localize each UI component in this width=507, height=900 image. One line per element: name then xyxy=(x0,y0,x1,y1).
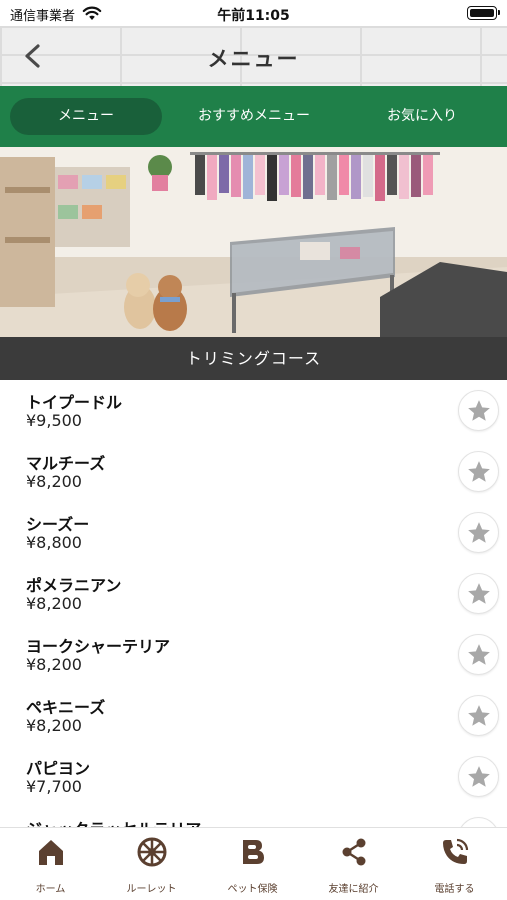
nav-home[interactable]: ホーム xyxy=(0,828,101,900)
item-name: パピヨン xyxy=(26,759,91,778)
item-name: ペキニーズ xyxy=(26,698,106,717)
favorite-button[interactable] xyxy=(458,756,499,797)
roulette-icon xyxy=(136,836,168,868)
nav-refer-friend-label: 友達に紹介 xyxy=(328,884,379,895)
blog-icon xyxy=(237,836,269,868)
item-price: ¥8,200 xyxy=(26,472,82,491)
item-name: ポメラニアン xyxy=(26,576,122,595)
list-item[interactable]: ヨークシャーテリア ¥8,200 xyxy=(0,624,507,685)
item-name: マルチーズ xyxy=(26,454,106,473)
favorite-button[interactable] xyxy=(458,390,499,431)
nav-pet-insurance-label: ペット保険 xyxy=(227,884,278,895)
section-title: トリミングコース xyxy=(0,337,507,380)
item-name: トイプードル xyxy=(26,393,123,412)
header: メニュー xyxy=(0,26,507,86)
list-item[interactable]: マルチーズ ¥8,200 xyxy=(0,441,507,502)
list-item[interactable]: パピヨン ¥7,700 xyxy=(0,746,507,807)
nav-roulette[interactable]: ルーレット xyxy=(101,828,202,900)
list-item[interactable]: シーズー ¥8,800 xyxy=(0,502,507,563)
nav-refer-friend[interactable]: 友達に紹介 xyxy=(303,828,404,900)
page-title: メニュー xyxy=(207,47,300,71)
star-icon xyxy=(468,461,490,482)
share-icon xyxy=(338,836,370,868)
item-price: ¥9,500 xyxy=(26,411,82,430)
item-price: ¥8,200 xyxy=(26,655,82,674)
list-item[interactable]: ペキニーズ ¥8,200 xyxy=(0,685,507,746)
favorite-button[interactable] xyxy=(458,512,499,553)
item-price: ¥8,200 xyxy=(26,594,82,613)
menu-list: トイプードル ¥9,500 マルチーズ ¥8,200 シーズー ¥8,800 ポ… xyxy=(0,380,507,827)
status-bar: 通信事業者 午前11:05 xyxy=(0,0,507,26)
item-price: ¥8,200 xyxy=(26,716,82,735)
battery-icon xyxy=(467,6,500,20)
item-name: シーズー xyxy=(26,515,90,534)
star-icon xyxy=(468,583,490,604)
tab-bar: メニュー おすすめメニュー お気に入り xyxy=(0,86,507,147)
favorite-button[interactable] xyxy=(458,451,499,492)
star-icon xyxy=(468,522,490,543)
item-name: ジャックラッセルテリア xyxy=(26,816,201,827)
nav-roulette-label: ルーレット xyxy=(126,884,177,895)
tab-recommended[interactable]: おすすめメニュー xyxy=(176,98,332,135)
favorite-button[interactable] xyxy=(458,817,499,827)
favorite-button[interactable] xyxy=(458,695,499,736)
star-icon xyxy=(468,766,490,787)
tab-favorites[interactable]: お気に入り xyxy=(346,98,498,135)
nav-home-label: ホーム xyxy=(35,884,66,895)
star-icon xyxy=(468,400,490,421)
nav-call[interactable]: 電話する xyxy=(404,828,505,900)
status-clock: 午前11:05 xyxy=(217,8,290,24)
list-item[interactable]: ジャックラッセルテリア xyxy=(0,807,507,827)
star-icon xyxy=(468,644,490,665)
star-icon xyxy=(468,705,490,726)
item-price: ¥8,800 xyxy=(26,533,82,552)
nav-pet-insurance[interactable]: ペット保険 xyxy=(202,828,303,900)
home-icon xyxy=(35,836,67,868)
nav-call-label: 電話する xyxy=(434,884,475,895)
favorite-button[interactable] xyxy=(458,573,499,614)
item-price: ¥7,700 xyxy=(26,777,82,796)
phone-icon xyxy=(439,836,471,868)
tab-menu[interactable]: メニュー xyxy=(10,98,162,135)
list-item[interactable]: ポメラニアン ¥8,200 xyxy=(0,563,507,624)
hero-image xyxy=(0,147,507,337)
bottom-nav: ホーム ルーレット ペット保険 友達に紹介 電話する xyxy=(0,827,507,900)
item-name: ヨークシャーテリア xyxy=(26,637,171,656)
list-item[interactable]: トイプードル ¥9,500 xyxy=(0,380,507,441)
favorite-button[interactable] xyxy=(458,634,499,675)
